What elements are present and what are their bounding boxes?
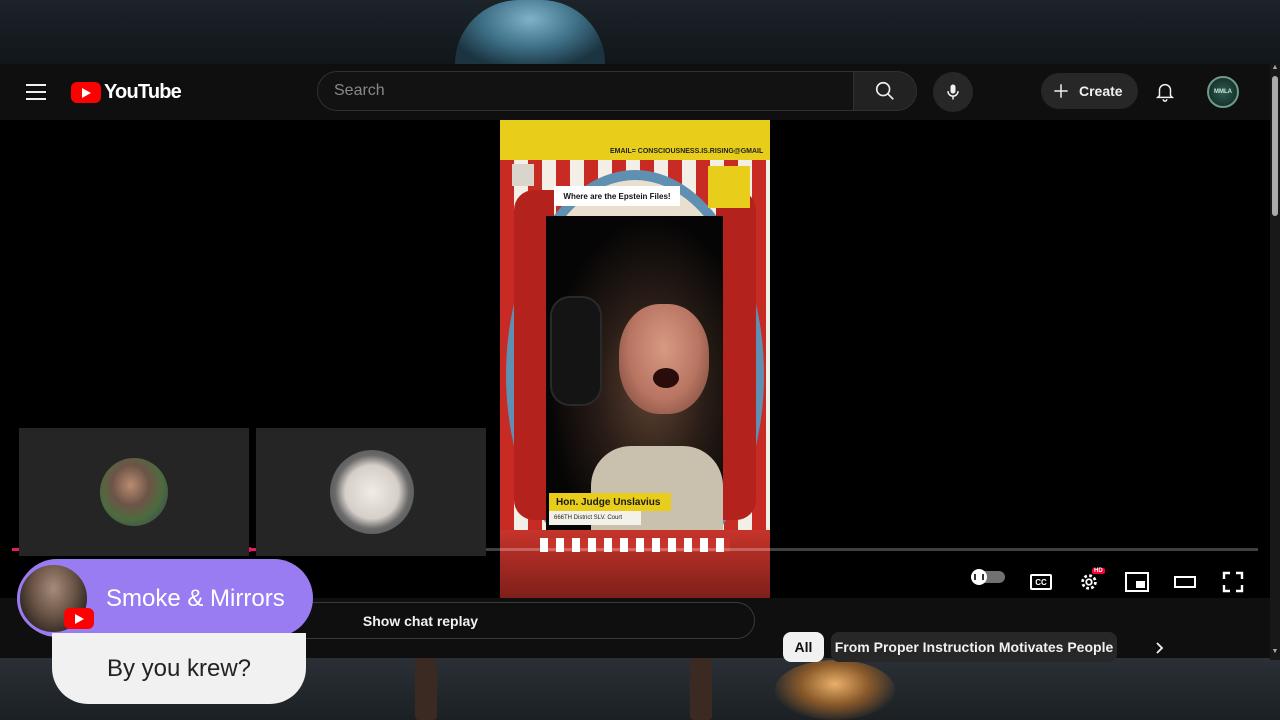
menu-button[interactable] (16, 72, 56, 112)
create-button[interactable]: Create (1041, 73, 1138, 109)
candle-glow (775, 660, 895, 720)
call-participant-tile (19, 428, 249, 556)
app-window: YouTube Create MMLA ▲ ▼ EMAIL= CONSCIOUS… (0, 0, 1280, 720)
search-input[interactable] (318, 72, 853, 110)
chips-next-button[interactable] (1148, 636, 1172, 660)
chevron-right-icon (1156, 642, 1164, 654)
search-button[interactable] (853, 71, 917, 111)
video-caption: Where are the Epstein Files! (554, 186, 680, 206)
settings-button[interactable]: HD (1071, 564, 1107, 600)
video-inset (546, 216, 723, 531)
youtube-play-icon (71, 81, 101, 103)
chip-all[interactable]: All (783, 632, 824, 662)
fullscreen-button[interactable] (1215, 564, 1251, 600)
chip-from-channel[interactable]: From Proper Instruction Motivates People (831, 632, 1117, 662)
participant-avatar (100, 458, 168, 526)
hamburger-icon (26, 84, 46, 86)
video-frame: EMAIL= CONSCIOUSNESS.IS.RISING@GMAIL Whe… (500, 120, 770, 598)
scroll-down-arrow-icon[interactable]: ▼ (1271, 648, 1279, 656)
speaker-face (619, 304, 709, 414)
autoplay-toggle[interactable] (971, 569, 1007, 585)
lower-third-subtitle: 666TH District SLV. Court (549, 511, 641, 525)
plus-icon (1054, 84, 1068, 98)
voice-search-button[interactable] (933, 72, 973, 112)
page-scrollbar[interactable] (1270, 64, 1280, 660)
video-small-thumbnail (512, 164, 534, 186)
background-scene-top (0, 0, 1280, 64)
cc-icon: CC (1030, 574, 1052, 590)
chat-message-bubble: By you krew? (52, 633, 306, 704)
account-avatar[interactable]: MMLA (1207, 76, 1239, 108)
miniplayer-button[interactable] (1119, 564, 1155, 600)
pause-icon (971, 569, 987, 585)
video-email-text: EMAIL= CONSCIOUSNESS.IS.RISING@GMAIL (610, 148, 764, 155)
create-label: Create (1079, 83, 1123, 99)
masthead: YouTube Create MMLA (0, 64, 1280, 120)
search-icon (875, 81, 894, 100)
scroll-up-arrow-icon[interactable]: ▲ (1271, 64, 1279, 72)
tile-accent-line (249, 548, 256, 551)
microphone-icon (947, 84, 959, 100)
streamer-name: Smoke & Mirrors (106, 585, 285, 612)
logo-text: YouTube (104, 80, 182, 103)
scrollbar-thumb[interactable] (1272, 76, 1278, 216)
speaker-mouth (653, 368, 679, 388)
fullscreen-icon (1222, 571, 1244, 593)
lower-third-name: Hon. Judge Unslavius (549, 493, 671, 511)
avatar-initials: MMLA (1214, 89, 1232, 95)
theater-mode-button[interactable] (1167, 564, 1203, 600)
youtube-play-icon (64, 608, 94, 629)
miniplayer-icon (1125, 572, 1149, 592)
youtube-logo[interactable]: YouTube (71, 80, 182, 104)
chair-leg-right (690, 658, 712, 720)
studio-microphone (550, 296, 602, 406)
subtitles-button[interactable]: CC (1023, 564, 1059, 600)
search-box (317, 71, 854, 111)
bell-icon (1155, 83, 1175, 102)
chair-leg-left (415, 658, 437, 720)
call-participant-tile (256, 428, 486, 556)
tile-accent-line (12, 548, 19, 551)
participant-avatar (330, 450, 414, 534)
notifications-button[interactable] (1145, 71, 1185, 111)
hd-badge: HD (1092, 568, 1105, 574)
gear-icon (1081, 574, 1097, 590)
video-logo-badge (708, 166, 750, 208)
theater-icon (1174, 576, 1196, 588)
